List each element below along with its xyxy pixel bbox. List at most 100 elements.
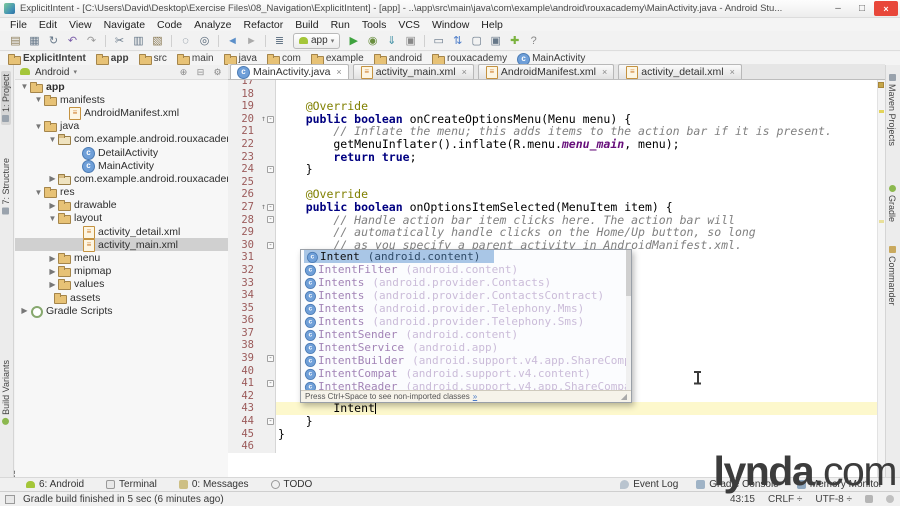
line-number[interactable]: 25 bbox=[228, 175, 258, 189]
minimize-button[interactable]: – bbox=[826, 1, 850, 16]
tab-mainactivity.java[interactable]: MainActivity.java × bbox=[230, 64, 349, 79]
avd-manager-icon[interactable]: ▭ bbox=[429, 33, 448, 49]
breadcrumb-example[interactable]: example bbox=[310, 53, 364, 65]
gutter[interactable] bbox=[258, 389, 276, 403]
tree-collapsed-arrow[interactable]: ▶ bbox=[19, 306, 30, 315]
inspections-indicator[interactable] bbox=[878, 82, 884, 88]
gutter[interactable]: - bbox=[258, 377, 276, 390]
tree-item-mainactivity[interactable]: MainActivity bbox=[15, 159, 228, 173]
close-icon[interactable]: × bbox=[462, 67, 467, 77]
paste-icon[interactable]: ▧ bbox=[148, 33, 167, 49]
menu-file[interactable]: File bbox=[4, 19, 33, 31]
line-number[interactable]: 35 bbox=[228, 301, 258, 315]
android-plus-icon[interactable]: ✚ bbox=[505, 33, 524, 49]
gutter[interactable]: - bbox=[258, 238, 276, 252]
tree-item-manifests[interactable]: ▼ manifests bbox=[15, 93, 228, 106]
completion-item-intents[interactable]: Intents (android.provider.ContactsContrac… bbox=[301, 289, 631, 302]
code-text[interactable]: } bbox=[276, 427, 877, 441]
close-icon[interactable]: × bbox=[602, 67, 607, 77]
tree-item-activity-detail-xml[interactable]: activity_detail.xml bbox=[15, 225, 228, 239]
collapse-all-icon[interactable]: ⊕ bbox=[177, 67, 190, 78]
undo-icon[interactable]: ↶ bbox=[63, 33, 82, 49]
open-icon[interactable]: ▤ bbox=[6, 33, 25, 49]
hector-icon[interactable] bbox=[886, 495, 894, 503]
tree-collapsed-arrow[interactable]: ▶ bbox=[47, 174, 58, 183]
stripe-button-gradle[interactable]: Gradle bbox=[887, 182, 897, 225]
override-icon[interactable]: ↑ bbox=[261, 115, 266, 123]
line-number[interactable]: 34 bbox=[228, 289, 258, 302]
help-icon[interactable]: ? bbox=[524, 33, 543, 49]
code-line-24[interactable]: 24 - } bbox=[228, 163, 877, 176]
tree-item-com-example-android-rouxacademy[interactable]: ▶com.example.android.rouxacademy(android… bbox=[15, 172, 228, 185]
gutter[interactable] bbox=[258, 427, 276, 441]
toolwindow-button-event-log[interactable]: Event Log bbox=[620, 479, 678, 490]
line-number[interactable]: 41 bbox=[228, 377, 258, 390]
gutter[interactable] bbox=[258, 226, 276, 239]
completion-item-intents[interactable]: Intents (android.provider.Telephony.Sms) bbox=[301, 315, 631, 328]
debug-icon[interactable]: ◉ bbox=[363, 33, 382, 49]
gutter[interactable]: - bbox=[258, 213, 276, 227]
menu-view[interactable]: View bbox=[63, 19, 98, 31]
line-ending-selector[interactable]: CRLF ÷ bbox=[768, 494, 802, 505]
gutter[interactable] bbox=[258, 80, 276, 88]
menu-analyze[interactable]: Analyze bbox=[188, 19, 237, 31]
fold-icon[interactable]: - bbox=[267, 115, 274, 123]
replace-icon[interactable]: ◎ bbox=[195, 33, 214, 49]
stripe-button-build-variants[interactable]: Build Variants bbox=[1, 357, 11, 428]
find-icon[interactable]: ◌ bbox=[176, 33, 195, 49]
tree-item-assets[interactable]: assets bbox=[15, 291, 228, 304]
code-line-43[interactable]: 43 Intent bbox=[228, 402, 877, 416]
code-text[interactable]: } bbox=[276, 163, 877, 176]
menu-help[interactable]: Help bbox=[475, 19, 509, 31]
line-number[interactable]: 42 bbox=[228, 389, 258, 403]
gutter[interactable] bbox=[258, 301, 276, 315]
save-all-icon[interactable]: ▦ bbox=[25, 33, 44, 49]
maximize-button[interactable]: □ bbox=[850, 1, 874, 16]
line-number[interactable]: 46 bbox=[228, 440, 258, 453]
breadcrumb-mainactivity[interactable]: MainActivity bbox=[517, 52, 585, 66]
tree-collapsed-arrow[interactable]: ▶ bbox=[47, 280, 58, 289]
tab-activity_main.xml[interactable]: activity_main.xml × bbox=[352, 64, 474, 79]
breadcrumb-explicitintent[interactable]: ExplicitIntent bbox=[8, 53, 86, 65]
gutter[interactable] bbox=[258, 251, 276, 264]
code-line-45[interactable]: 45} bbox=[228, 427, 877, 441]
gutter[interactable] bbox=[258, 364, 276, 378]
gutter[interactable] bbox=[258, 276, 276, 290]
gutter[interactable] bbox=[258, 175, 276, 189]
tree-collapsed-arrow[interactable]: ▶ bbox=[47, 254, 58, 263]
tree-collapsed-arrow[interactable]: ▶ bbox=[47, 201, 58, 210]
redo-icon[interactable]: ↷ bbox=[82, 33, 101, 49]
menu-build[interactable]: Build bbox=[289, 19, 324, 31]
fold-icon[interactable]: - bbox=[267, 354, 274, 362]
breadcrumb-app[interactable]: app bbox=[95, 53, 129, 65]
warning-mark[interactable] bbox=[879, 220, 884, 223]
menu-navigate[interactable]: Navigate bbox=[98, 19, 151, 31]
line-number[interactable]: 26 bbox=[228, 188, 258, 201]
gutter[interactable] bbox=[258, 87, 276, 101]
cut-icon[interactable]: ✂ bbox=[110, 33, 129, 49]
line-number[interactable]: 29 bbox=[228, 226, 258, 239]
tree-expanded-arrow[interactable]: ▼ bbox=[19, 82, 30, 91]
stripe-button-maven-projects[interactable]: Maven Projects bbox=[887, 71, 897, 149]
gutter[interactable] bbox=[258, 137, 276, 151]
resize-grip-icon[interactable]: ◢ bbox=[621, 392, 627, 401]
fold-icon[interactable]: - bbox=[267, 380, 274, 388]
sync-icon[interactable]: ↻ bbox=[44, 33, 63, 49]
breadcrumb-java[interactable]: java bbox=[223, 53, 257, 65]
tree-item-mipmap[interactable]: ▶ mipmap bbox=[15, 265, 228, 278]
tree-item-com-example-android-rouxacademy[interactable]: ▼ com.example.android.rouxacademy bbox=[15, 133, 228, 146]
code-line-23[interactable]: 23 return true; bbox=[228, 150, 877, 164]
tree-item-drawable[interactable]: ▶ drawable bbox=[15, 199, 228, 212]
line-number[interactable]: 45 bbox=[228, 427, 258, 441]
tree-expanded-arrow[interactable]: ▼ bbox=[33, 95, 44, 104]
settings-gear-icon[interactable]: ⊟ bbox=[194, 67, 207, 78]
tree-expanded-arrow[interactable]: ▼ bbox=[47, 214, 58, 223]
gutter[interactable]: ↑ - bbox=[258, 112, 276, 126]
gradle-sync-icon[interactable]: ⇅ bbox=[448, 33, 467, 49]
breadcrumb-main[interactable]: main bbox=[176, 53, 214, 65]
menu-vcs[interactable]: VCS bbox=[392, 19, 426, 31]
gutter[interactable] bbox=[258, 125, 276, 138]
line-number[interactable]: 32 bbox=[228, 263, 258, 277]
fold-icon[interactable]: - bbox=[267, 241, 274, 249]
code-line-17[interactable]: 17 bbox=[228, 80, 877, 88]
